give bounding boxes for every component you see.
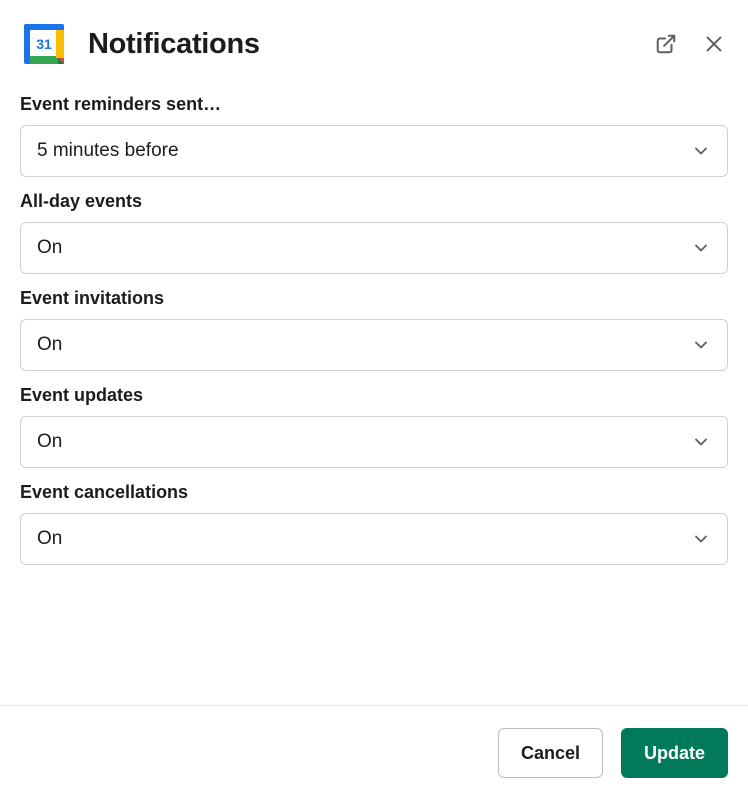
external-link-icon: [655, 33, 677, 55]
label-event-updates: Event updates: [20, 385, 728, 406]
select-allday-events[interactable]: On: [20, 222, 728, 274]
select-value: On: [37, 334, 691, 356]
select-event-cancellations[interactable]: On: [20, 513, 728, 565]
close-icon: [703, 33, 725, 55]
label-event-invitations: Event invitations: [20, 288, 728, 309]
chevron-down-icon: [691, 141, 711, 161]
google-calendar-icon: 31: [20, 20, 68, 68]
close-button[interactable]: [700, 30, 728, 58]
modal-header: 31 Notifications: [0, 0, 748, 78]
field-event-invitations: Event invitations On: [20, 288, 728, 371]
field-event-reminders: Event reminders sent… 5 minutes before: [20, 94, 728, 177]
modal-footer: Cancel Update: [0, 705, 748, 800]
chevron-down-icon: [691, 335, 711, 355]
chevron-down-icon: [691, 529, 711, 549]
svg-text:31: 31: [36, 36, 52, 52]
chevron-down-icon: [691, 238, 711, 258]
update-button[interactable]: Update: [621, 728, 728, 778]
chevron-down-icon: [691, 432, 711, 452]
field-event-cancellations: Event cancellations On: [20, 482, 728, 565]
label-allday-events: All-day events: [20, 191, 728, 212]
open-external-button[interactable]: [652, 30, 680, 58]
header-actions: [652, 30, 728, 58]
field-event-updates: Event updates On: [20, 385, 728, 468]
modal-content: Event reminders sent… 5 minutes before A…: [0, 78, 748, 705]
select-value: On: [37, 431, 691, 453]
field-allday-events: All-day events On: [20, 191, 728, 274]
select-value: On: [37, 237, 691, 259]
page-title: Notifications: [88, 28, 652, 61]
label-event-reminders: Event reminders sent…: [20, 94, 728, 115]
select-event-reminders[interactable]: 5 minutes before: [20, 125, 728, 177]
select-event-updates[interactable]: On: [20, 416, 728, 468]
label-event-cancellations: Event cancellations: [20, 482, 728, 503]
cancel-button[interactable]: Cancel: [498, 728, 603, 778]
select-value: 5 minutes before: [37, 140, 691, 162]
select-value: On: [37, 528, 691, 550]
select-event-invitations[interactable]: On: [20, 319, 728, 371]
